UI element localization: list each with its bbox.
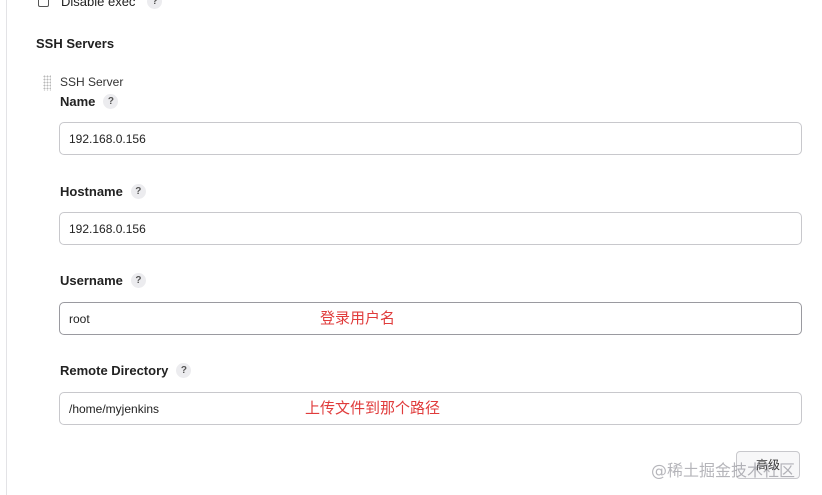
username-help-icon[interactable]: ? — [130, 273, 146, 288]
remote-directory-annotation: 上传文件到那个路径 — [305, 399, 441, 417]
hostname-label-row: Hostname ? — [60, 184, 146, 199]
remote-directory-help-icon[interactable]: ? — [176, 363, 192, 378]
ssh-servers-title: SSH Servers — [36, 36, 115, 51]
disable-exec-label: Disable exec — [61, 0, 136, 9]
drag-handle-icon[interactable] — [43, 75, 51, 91]
disable-exec-checkbox[interactable] — [38, 0, 49, 7]
hostname-input[interactable] — [59, 212, 802, 245]
name-label-row: Name ? — [60, 94, 119, 109]
username-label-row: Username ? — [60, 273, 146, 288]
name-input[interactable] — [59, 122, 802, 155]
username-label: Username — [60, 273, 123, 288]
username-input[interactable] — [59, 302, 802, 335]
watermark: @稀土掘金技术社区 — [651, 461, 796, 480]
name-help-icon[interactable]: ? — [103, 94, 119, 109]
hostname-help-icon[interactable]: ? — [130, 184, 146, 199]
username-annotation: 登录用户名 — [320, 309, 396, 327]
remote-directory-label-row: Remote Directory ? — [60, 363, 192, 378]
disable-exec-row: Disable exec ? — [38, 0, 163, 9]
remote-directory-label: Remote Directory — [60, 363, 169, 378]
panel-left-border — [6, 0, 7, 495]
name-label: Name — [60, 94, 96, 109]
hostname-label: Hostname — [60, 184, 123, 199]
disable-exec-help-icon[interactable]: ? — [147, 0, 163, 9]
ssh-server-label: SSH Server — [60, 75, 124, 89]
